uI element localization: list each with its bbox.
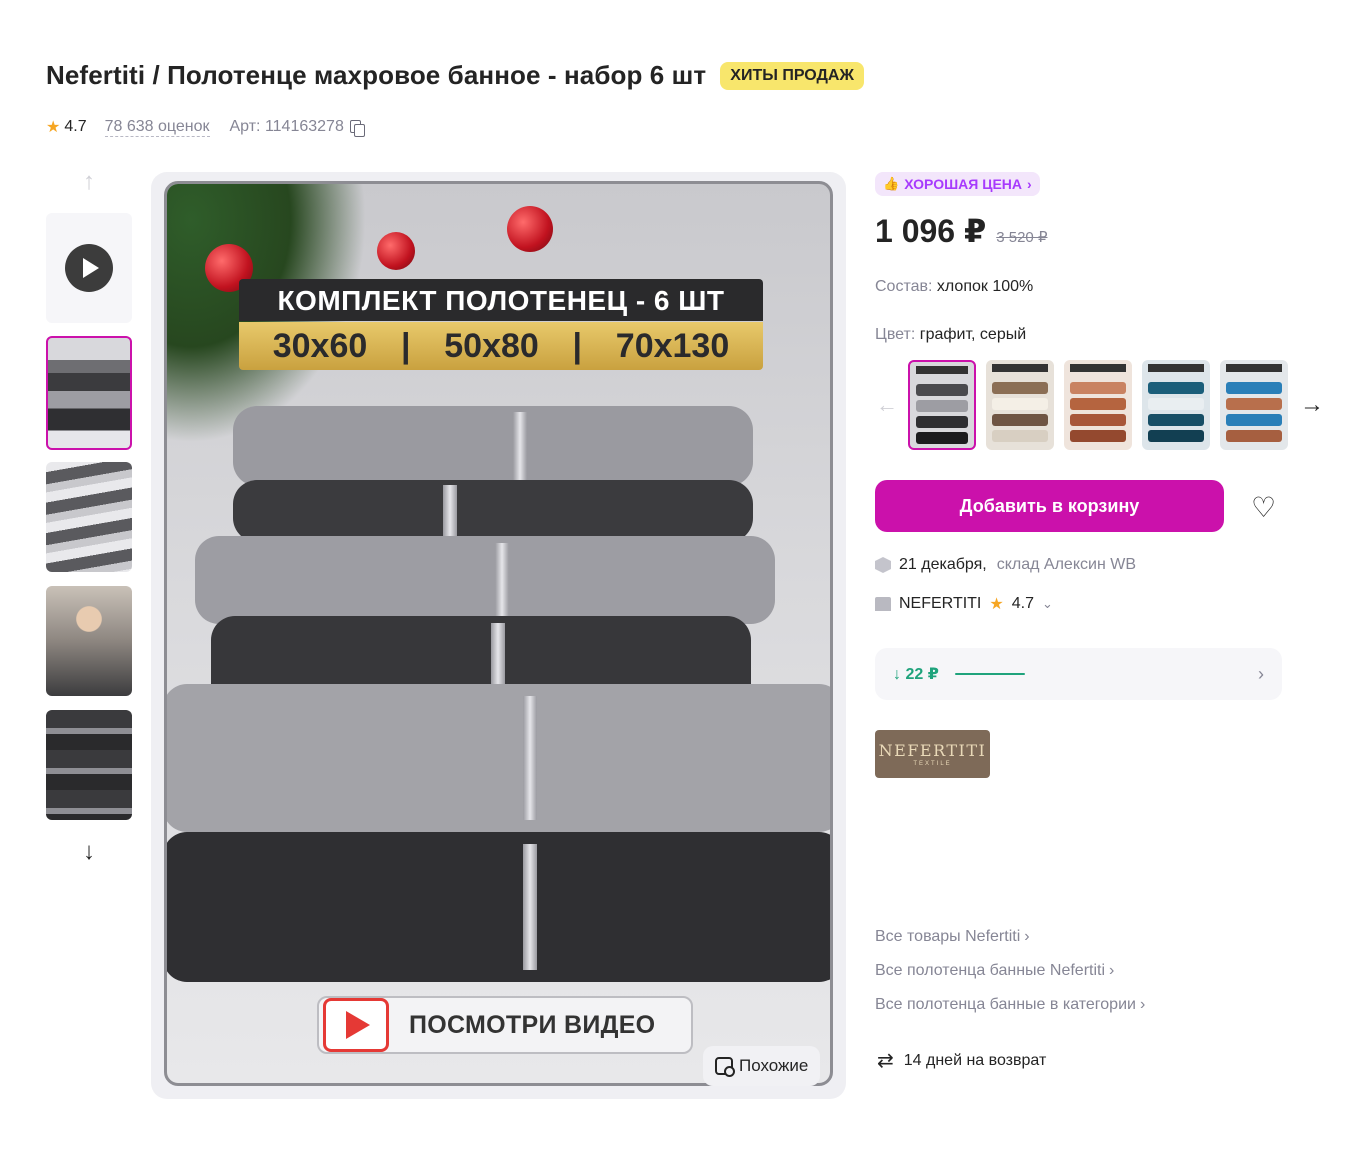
star-icon: ★ [46,119,61,136]
brand-logo[interactable]: NEFERTITI TEXTILE [875,730,990,778]
size-label: 50х80 [444,326,539,365]
similar-button[interactable]: Похожие [703,1046,821,1086]
title-row: Nefertiti / Полотенце махровое банное - … [46,60,864,91]
brand-logo-name: NEFERTITI [878,741,987,760]
price-history-panel[interactable]: ↓ 22 ₽ › [875,648,1282,700]
size-divider: | [401,326,411,365]
thumbs-up-icon: 👍 [883,176,900,191]
thumbnail-2[interactable] [46,462,132,572]
seller-info[interactable]: NEFERTITI ★ 4.7 ⌄ [875,594,1053,614]
delivery-date: 21 декабря, [899,556,987,573]
article-number: Арт: 114163278 [229,118,344,135]
good-price-label: ХОРОШАЯ ЦЕНА [904,176,1023,192]
size-label: 70х130 [615,326,730,365]
arrow-left-icon[interactable]: ← [876,392,900,418]
color-variant-3[interactable] [1064,360,1132,450]
thumbnail-3[interactable] [46,586,132,696]
color-variant-5[interactable] [1220,360,1288,450]
arrow-down-icon[interactable]: ↓ [46,838,132,865]
star-icon: ★ [989,596,1004,613]
good-price-badge[interactable]: 👍 ХОРОШАЯ ЦЕНА › [875,172,1040,196]
warehouse: склад Алексин WB [996,556,1136,573]
towel-grey-medium [195,536,775,624]
arrow-right-icon[interactable]: → [1300,391,1324,419]
play-icon [65,244,113,292]
towel-dark-small [233,480,753,542]
product-title: Nefertiti / Полотенце махровое банное - … [46,60,707,90]
delivery-info: 21 декабря, склад Алексин WB [875,556,1136,574]
shop-icon [875,597,891,611]
product-image-frame: КОМПЛЕКТ ПОЛОТЕНЕЦ - 6 ШТ 30х60 | 50х80 … [164,181,833,1086]
ornament-decoration [377,232,415,270]
link-all-brand-products[interactable]: Все товары Nefertiti › [875,928,1145,946]
link-brand-towels[interactable]: Все полотенца банные Nefertiti › [875,962,1145,980]
color-variants: ← → [876,360,1324,450]
size-divider: | [572,326,583,365]
returns-info: ⇄ 14 дней на возврат [877,1048,1046,1073]
price-trend-line [954,673,1025,675]
chevron-down-icon[interactable]: ⌄ [1042,596,1053,612]
banner-title: КОМПЛЕКТ ПОЛОТЕНЕЦ - 6 ШТ [239,279,763,321]
copy-icon[interactable] [349,119,365,137]
sizes-strip: 30х60 | 50х80 | 70х130 [239,322,763,370]
returns-label: 14 дней на возврат [903,1051,1047,1069]
towel-grey-small [233,406,753,486]
product-meta: ★ 4.7 78 638 оценок Арт: 114163278 [46,117,365,137]
composition-key: Состав: [875,278,933,295]
brand-logo-sub: TEXTILE [913,761,952,767]
video-play-icon [323,998,389,1052]
return-arrows-icon: ⇄ [877,1050,894,1072]
price-drop: ↓ 22 ₽ [893,666,939,683]
ornament-decoration [507,206,553,252]
chevron-right-icon: › [1027,176,1032,192]
add-to-cart-button[interactable]: Добавить в корзину [875,480,1224,532]
color-variant-2[interactable] [986,360,1054,450]
size-label: 30х60 [272,326,368,365]
color-value: графит, серый [919,326,1027,343]
towel-dark-large [167,832,830,982]
favorite-heart-icon[interactable]: ♡ [1251,494,1276,522]
video-thumbnail[interactable] [46,213,132,323]
composition-spec: Состав: хлопок 100% [875,278,1033,296]
color-key: Цвет: [875,326,916,343]
link-category-towels[interactable]: Все полотенца банные в категории › [875,996,1145,1014]
seller-rating: 4.7 [1011,595,1034,612]
arrow-up-icon[interactable]: ↑ [46,168,132,195]
old-price: 3 520 ₽ [996,229,1048,246]
seller-name[interactable]: NEFERTITI [899,595,981,613]
color-spec: Цвет: графит, серый [875,326,1026,344]
main-product-image[interactable]: КОМПЛЕКТ ПОЛОТЕНЕЦ - 6 ШТ 30х60 | 50х80 … [151,172,846,1099]
current-price: 1 096 ₽ [875,213,987,249]
color-variant-4[interactable] [1142,360,1210,450]
towel-grey-large [167,684,830,832]
related-links: Все товары Nefertiti › Все полотенца банн… [875,928,1145,1030]
price-block: 1 096 ₽ 3 520 ₽ [875,212,1047,250]
color-variant-1[interactable] [908,360,976,450]
similar-search-icon [715,1057,735,1077]
reviews-link[interactable]: 78 638 оценок [104,118,210,137]
composition-value: хлопок 100% [936,278,1034,295]
bestseller-badge[interactable]: ХИТЫ ПРОДАЖ [720,61,864,90]
similar-label: Похожие [739,1056,809,1075]
thumbnail-4[interactable] [46,710,132,820]
thumbnail-column: ↑ ↓ [46,168,132,865]
watch-video-button[interactable]: ПОСМОТРИ ВИДЕО [317,996,693,1054]
box-icon [875,557,891,573]
product-rating: 4.7 [64,118,87,135]
watch-video-label: ПОСМОТРИ ВИДЕО [409,1010,656,1039]
thumbnail-1[interactable] [46,336,132,450]
chevron-right-icon: › [1258,663,1264,684]
